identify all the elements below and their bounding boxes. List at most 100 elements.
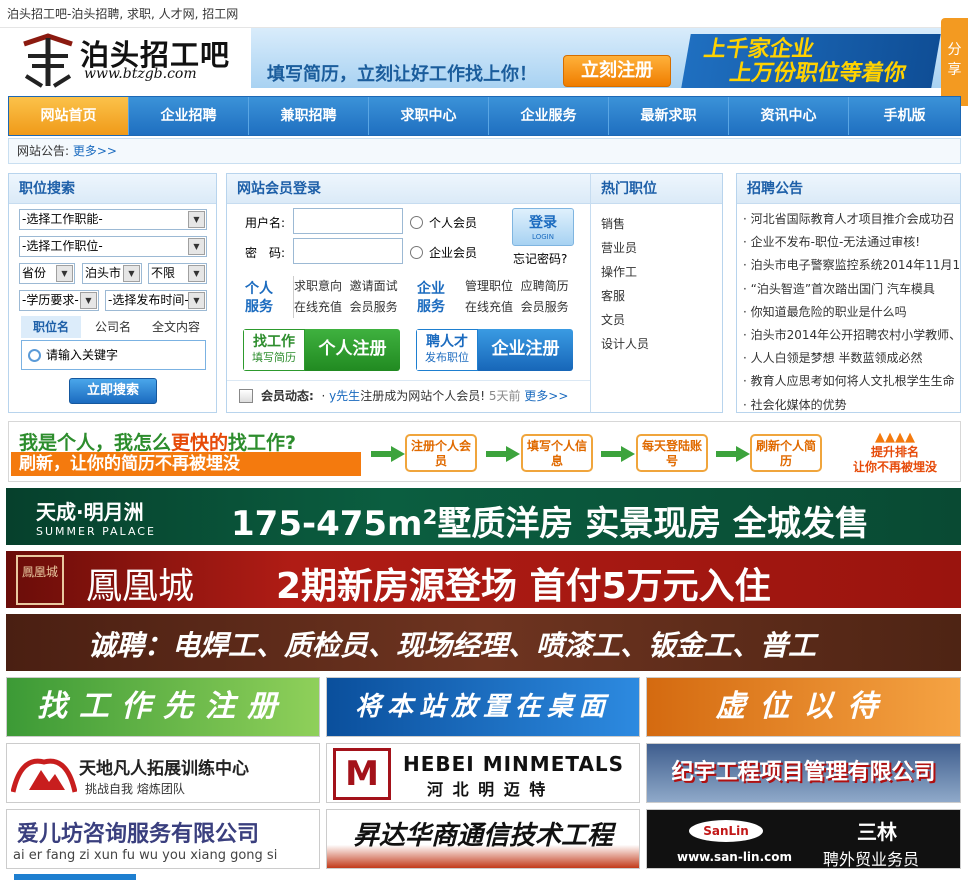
company-member-radio[interactable]: [410, 246, 423, 259]
tile-vacancy[interactable]: 虚位以待: [646, 677, 961, 737]
steps-banner[interactable]: 我是个人，我怎么更快的找工作? 刷新，让你的简历不再被埋没 注册个人会员 填写个…: [8, 421, 961, 482]
hot-job-item[interactable]: 操作工: [601, 260, 722, 284]
nav-company-service[interactable]: 企业服务: [489, 97, 609, 135]
arrow-right-icon: [371, 446, 405, 462]
city-select[interactable]: 泊头市 ▼: [82, 263, 142, 284]
nav-job-center[interactable]: 求职中心: [369, 97, 489, 135]
tile-aierfang[interactable]: 爱儿坊咨询服务有限公司 ai er fang zi xun fu wu you …: [6, 809, 320, 869]
announcement-item[interactable]: 泊头市2014年公开招聘农村小学教师、: [743, 324, 960, 347]
company-register-sub: 发布职位: [425, 351, 469, 364]
tab-job-name[interactable]: 职位名: [21, 316, 81, 338]
tile-text: 天地凡人拓展训练中心: [79, 759, 249, 779]
nav-latest-resumes[interactable]: 最新求职: [609, 97, 729, 135]
announcement-item[interactable]: 河北省国际教育人才项目推介会成功召: [743, 208, 960, 231]
member-dynamics-user[interactable]: y先生: [329, 389, 360, 403]
hot-job-item[interactable]: 文员: [601, 308, 722, 332]
link-applications[interactable]: 应聘简历: [521, 279, 569, 293]
personal-service-heading: 个人 服务: [245, 280, 273, 316]
personal-register-button[interactable]: 找工作 填写简历 个人注册: [243, 329, 400, 371]
link-job-intent[interactable]: 求职意向: [294, 279, 342, 293]
tile-url: www.san-lin.com: [677, 850, 793, 864]
personal-register-action: 个人注册: [305, 329, 400, 371]
nav-mobile[interactable]: 手机版: [849, 97, 960, 135]
banner-brand-fenghuang: 鳳凰城: [86, 566, 195, 607]
search-icon: [28, 349, 41, 362]
link-manage-jobs[interactable]: 管理职位: [465, 279, 513, 293]
announcement-item[interactable]: 教育人应思考如何将人文扎根学生生命: [743, 370, 960, 393]
password-input[interactable]: [293, 238, 403, 264]
tab-company-name[interactable]: 公司名: [85, 316, 141, 338]
personal-service-title-1: 个人: [245, 281, 273, 297]
forgot-password-link[interactable]: 忘记密码?: [513, 250, 567, 267]
province-select-value: 省份: [22, 266, 47, 280]
tile-register-first[interactable]: 找工作先注册: [6, 677, 320, 737]
personal-member-radio[interactable]: [410, 216, 423, 229]
company-register-button[interactable]: 聘人才 发布职位 企业注册: [416, 329, 573, 371]
company-service-title-2: 服务: [417, 299, 445, 315]
nav-home[interactable]: 网站首页: [9, 97, 129, 135]
nav-company-jobs[interactable]: 企业招聘: [129, 97, 249, 135]
publish-time-select[interactable]: -选择发布时间- ▼: [105, 290, 207, 311]
arrow-right-icon: [716, 446, 750, 462]
tile-tiandi[interactable]: 天地凡人拓展训练中心 挑战自我 熔炼团队: [6, 743, 320, 803]
announcement-item[interactable]: 人人白领是梦想 半数蓝领成必然: [743, 347, 960, 370]
password-label: 密 码:: [245, 246, 286, 260]
banner-text-fenghuang: 2期新房源登场 首付5万元入住: [276, 566, 771, 607]
education-select[interactable]: -学历要求- ▼: [19, 290, 99, 311]
header-register-button[interactable]: 立刻注册: [563, 55, 671, 87]
link-recharge-company[interactable]: 在线充值: [465, 300, 513, 314]
logo-url: www.btzgb.com: [84, 66, 197, 82]
keyword-placeholder: 请输入关键字: [46, 348, 119, 362]
company-service-title-1: 企业: [417, 281, 445, 297]
keyword-input[interactable]: 请输入关键字: [21, 340, 206, 370]
announcement-item[interactable]: 社会化媒体的优势: [743, 394, 960, 417]
link-member-service-company[interactable]: 会员服务: [521, 300, 569, 314]
header-banner[interactable]: 填写简历，立刻让好工作找上你！ 立刻注册 上千家企业 上万份职位等着你: [251, 28, 941, 88]
hot-job-item[interactable]: 客服: [601, 284, 722, 308]
search-button[interactable]: 立即搜索: [69, 378, 157, 404]
ad-banner-hiring[interactable]: 诚聘：电焊工、质检员、现场经理、喷漆工、钣金工、普工: [6, 614, 961, 671]
hot-job-item[interactable]: 销售: [601, 212, 722, 236]
tile-sub: ai er fang zi xun fu wu you xiang gong s…: [13, 848, 278, 863]
personal-member-label: 个人会员: [429, 216, 478, 230]
nav-news[interactable]: 资讯中心: [729, 97, 849, 135]
main-nav: 网站首页 企业招聘 兼职招聘 求职中心 企业服务 最新求职 资讯中心 手机版: [8, 96, 961, 136]
province-select[interactable]: 省份 ▼: [19, 263, 75, 284]
function-select[interactable]: -选择工作职能- ▼: [19, 209, 207, 230]
tile-add-desktop[interactable]: 将本站放置在桌面: [326, 677, 640, 737]
link-interview-invite[interactable]: 邀请面试: [350, 279, 398, 293]
username-input[interactable]: [293, 208, 403, 234]
bottom-section-tab[interactable]: [14, 874, 136, 880]
nav-part-time[interactable]: 兼职招聘: [249, 97, 369, 135]
position-select[interactable]: -选择工作职位- ▼: [19, 236, 207, 257]
company-service-links: 管理职位 应聘简历 在线充值 会员服务: [465, 276, 569, 318]
ad-banner-tiancheng[interactable]: 天成·明月洲 SUMMER PALACE 175-475m²墅质洋房 实景现房 全…: [6, 488, 961, 545]
tile-sub: 聘外贸业务员: [823, 850, 920, 869]
chevron-down-icon: ▼: [123, 265, 140, 282]
notice-more-link[interactable]: 更多>>: [73, 144, 117, 158]
member-dynamics-more[interactable]: 更多>>: [524, 389, 568, 403]
announcement-item[interactable]: 泊头市电子警察监控系统2014年11月15: [743, 254, 960, 277]
share-button[interactable]: 分享: [941, 18, 968, 106]
ad-banner-fenghuang[interactable]: 鳳凰城 鳳凰城 2期新房源登场 首付5万元入住: [6, 551, 961, 608]
tile-shengda[interactable]: 昇达华商通信技术工程: [326, 809, 640, 869]
hot-job-item[interactable]: 设计人员: [601, 332, 722, 356]
banner-text-hiring: 诚聘：电焊工、质检员、现场经理、喷漆工、钣金工、普工: [88, 629, 817, 662]
login-button[interactable]: 登录 LOGIN: [512, 208, 574, 246]
chevron-down-icon: ▼: [188, 292, 205, 309]
news-icon: [239, 389, 253, 403]
hot-job-item[interactable]: 营业员: [601, 236, 722, 260]
site-logo[interactable]: 泊头招工吧 www.btzgb.com: [18, 30, 233, 90]
username-label: 用户名:: [245, 216, 286, 230]
announcement-item[interactable]: 企业不发布-职位-无法通过审核!: [743, 231, 960, 254]
tile-jiyu[interactable]: 纪宇工程项目管理有限公司: [646, 743, 961, 803]
tile-minmetals[interactable]: M HEBEI MINMETALS 河 北 明 迈 特: [326, 743, 640, 803]
tile-sanlin[interactable]: SanLin www.san-lin.com 三林 聘外贸业务员: [646, 809, 961, 869]
announcement-item[interactable]: “泊头智造”首次踏出国门 汽车模具: [743, 278, 960, 301]
district-select[interactable]: 不限 ▼: [148, 263, 207, 284]
link-recharge-personal[interactable]: 在线充值: [294, 300, 342, 314]
tab-full-text[interactable]: 全文内容: [145, 316, 207, 338]
announcement-item[interactable]: 你知道最危险的职业是什么吗: [743, 301, 960, 324]
link-member-service-personal[interactable]: 会员服务: [350, 300, 398, 314]
function-select-value: -选择工作职能-: [22, 212, 103, 226]
